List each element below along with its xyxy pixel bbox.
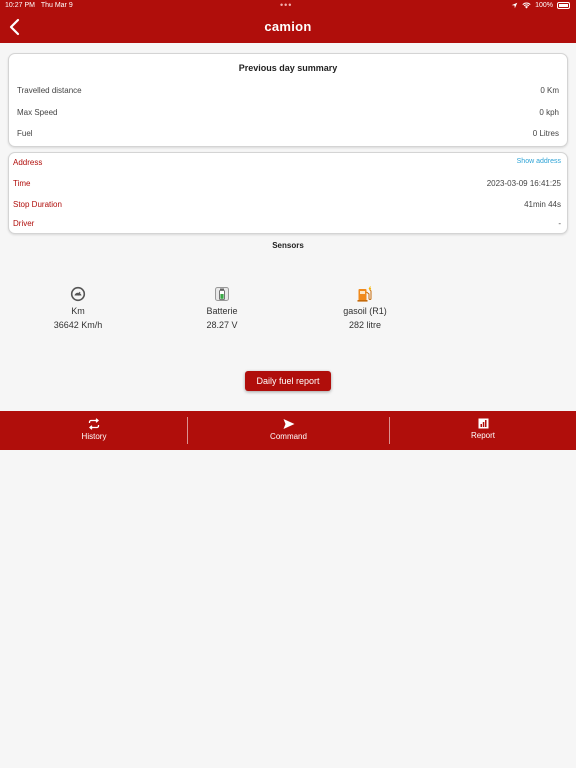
sensor-value: 282 litre — [348, 320, 382, 330]
summary-label: Travelled distance — [17, 86, 82, 95]
sensor-label: Batterie — [206, 306, 238, 316]
time-value: 2023-03-09 16:41:25 — [486, 179, 561, 188]
status-clock: 10:27 PM — [5, 2, 35, 9]
app-header: 10:27 PM Thu Mar 9 ••• 100% camion — [0, 0, 576, 43]
stop-duration-value: 41min 44s — [524, 200, 561, 209]
vehicle-details-card: Address Show address Time 2023-03-09 16:… — [8, 152, 568, 234]
address-label: Address — [13, 158, 43, 167]
driver-value: - — [558, 219, 561, 228]
bar-chart-icon — [478, 418, 488, 429]
stop-duration-label: Stop Duration — [13, 200, 62, 209]
tab-label: History — [81, 432, 107, 441]
send-icon — [283, 419, 294, 429]
sensor-km: Km 36642 Km/h — [28, 286, 128, 330]
time-label: Time — [13, 179, 31, 188]
summary-label: Max Speed — [17, 108, 58, 117]
status-battery-icon — [557, 2, 570, 9]
status-time: 10:27 PM Thu Mar 9 — [5, 2, 73, 9]
summary-value: 0 Km — [540, 86, 559, 95]
fuel-pump-icon — [357, 286, 372, 302]
speedometer-icon — [70, 286, 86, 302]
wifi-icon — [522, 2, 531, 9]
tab-command[interactable]: Command — [188, 411, 389, 450]
repeat-icon — [88, 418, 100, 430]
driver-label: Driver — [13, 219, 35, 228]
summary-label: Fuel — [17, 129, 33, 138]
summary-title: Previous day summary — [238, 63, 338, 73]
tab-label: Command — [270, 432, 307, 441]
sensor-label: gasoil (R1) — [343, 306, 387, 316]
multitask-dots[interactable]: ••• — [280, 0, 292, 10]
sensor-value: 36642 Km/h — [53, 320, 103, 330]
status-date: Thu Mar 9 — [40, 2, 73, 9]
daily-fuel-report-button[interactable]: Daily fuel report — [245, 371, 331, 391]
battery-percent: 100% — [535, 2, 553, 9]
status-bar: 10:27 PM Thu Mar 9 ••• 100% — [0, 0, 576, 12]
sensor-value: 28.27 V — [206, 320, 238, 330]
sensor-batterie: Batterie 28.27 V — [172, 286, 272, 330]
previous-day-summary-card: Previous day summary Travelled distance … — [8, 53, 568, 147]
sensor-label: Km — [71, 306, 85, 316]
tab-label: Report — [470, 431, 495, 440]
summary-value: 0 kph — [539, 108, 559, 117]
show-address-link[interactable]: Show address — [517, 158, 561, 165]
page-title: camion — [264, 19, 312, 34]
bottom-tab-bar: History Command Report — [0, 411, 576, 450]
tab-history[interactable]: History — [0, 411, 188, 450]
battery-icon — [215, 287, 229, 301]
status-right: 100% — [511, 2, 570, 9]
location-icon — [511, 2, 518, 9]
summary-value: 0 Litres — [532, 129, 559, 138]
sensor-gasoil: gasoil (R1) 282 litre — [315, 286, 415, 330]
sensors-title: Sensors — [272, 241, 304, 250]
tab-report[interactable]: Report — [390, 411, 576, 450]
